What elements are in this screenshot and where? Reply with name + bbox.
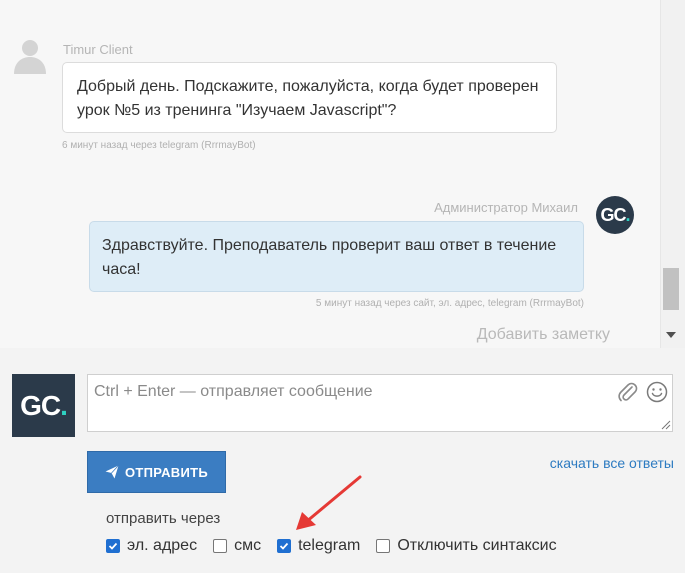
gc-logo-icon: GC. (20, 389, 68, 421)
telegram-checkbox[interactable] (277, 539, 292, 553)
send-button[interactable]: ОТПРАВИТЬ (87, 451, 226, 493)
option-telegram[interactable]: telegram (277, 537, 360, 555)
option-sms[interactable]: смс (213, 537, 261, 555)
user-silhouette-icon (14, 40, 46, 74)
email-checkbox[interactable] (106, 539, 120, 553)
option-label: Отключить синтаксис (397, 537, 557, 554)
resize-grip-icon[interactable] (661, 420, 671, 430)
admin-avatar: GC. (596, 196, 634, 234)
client-name: Timur Client (63, 42, 133, 57)
option-label: смс (234, 537, 262, 554)
annotation-arrow-icon (296, 475, 362, 530)
scroll-down-arrow-icon[interactable] (666, 332, 676, 338)
scrollbar-thumb[interactable] (663, 268, 679, 310)
composer-avatar: GC. (12, 374, 75, 437)
send-channel-options: эл. адрес смс telegram Отключить синтакс… (106, 535, 573, 557)
thread-scrollbar[interactable] (660, 0, 685, 348)
emoji-icon[interactable] (646, 381, 668, 403)
disable-syntax-checkbox[interactable] (376, 539, 391, 553)
message-input[interactable] (87, 374, 673, 432)
checkmark-icon (279, 542, 289, 550)
incoming-message-meta: 6 минут назад через telegram (RrrmayBot) (62, 140, 256, 151)
download-all-answers-link[interactable]: скачать все ответы (480, 455, 674, 471)
paperclip-icon[interactable] (616, 381, 638, 403)
checkmark-icon (108, 542, 118, 550)
send-button-label: ОТПРАВИТЬ (124, 464, 209, 480)
option-label: эл. адрес (127, 537, 198, 554)
outgoing-message-meta: 5 минут назад через сайт, эл. адрес, tel… (315, 298, 584, 309)
message-thread: Timur Client Добрый день. Подскажите, по… (0, 0, 660, 348)
incoming-message: Добрый день. Подскажите, пожалуйста, ког… (62, 62, 557, 133)
sms-checkbox[interactable] (213, 539, 228, 553)
paper-plane-icon (105, 465, 119, 479)
admin-name: Администратор Михаил (434, 200, 578, 215)
option-label: telegram (298, 537, 361, 554)
add-note-link[interactable]: Добавить заметку (440, 326, 610, 344)
option-disable-syntax[interactable]: Отключить синтаксис (376, 537, 557, 555)
gc-logo-icon: GC. (600, 204, 630, 225)
option-email[interactable]: эл. адрес (106, 537, 197, 555)
outgoing-message: Здравствуйте. Преподаватель проверит ваш… (89, 221, 584, 292)
send-via-label: отправить через (106, 510, 221, 527)
